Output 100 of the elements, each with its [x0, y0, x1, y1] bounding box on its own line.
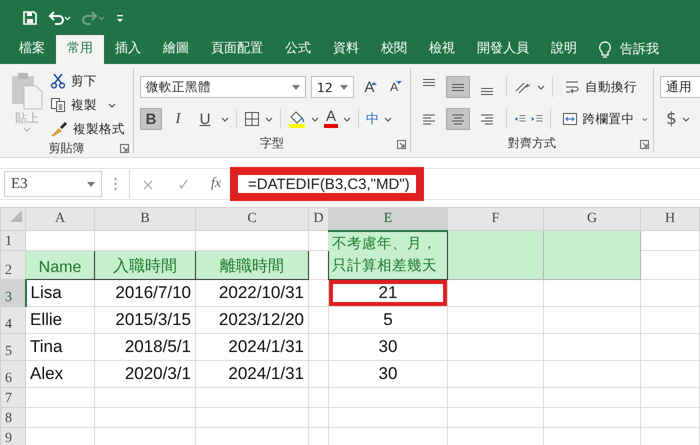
row-header[interactable]: 2 [0, 250, 26, 280]
ribbon-tab[interactable]: 檔案 [8, 35, 56, 64]
number-format-box[interactable]: 通用 [660, 76, 700, 98]
font-name-box[interactable]: 微軟正黑體 [140, 76, 306, 98]
table-header-cell: 不考慮年、月，只計算相差幾天 [328, 230, 448, 280]
row-header[interactable]: 9 [0, 428, 26, 445]
italic-button[interactable]: I [167, 108, 189, 130]
merge-center-button[interactable]: 跨欄置中 [560, 108, 637, 130]
caret-icon[interactable] [265, 116, 273, 122]
table-cell: 2024/1/31 [196, 334, 308, 360]
bold-button[interactable]: B [140, 108, 162, 130]
group-label: 字型 [260, 134, 284, 152]
table-cell: 2016/7/10 [94, 280, 196, 306]
table-cell: 21 [328, 280, 448, 306]
table-cell: 2020/3/1 [94, 360, 196, 388]
ribbon-tab[interactable]: 資料 [322, 35, 370, 64]
tell-me-search[interactable]: 告訴我 [620, 36, 659, 64]
table-header-cell: Name [26, 250, 94, 280]
column-header[interactable]: C [196, 208, 308, 230]
table-cell: Ellie [26, 306, 94, 334]
caret-icon[interactable] [537, 84, 545, 90]
name-box[interactable]: E3 [4, 171, 102, 197]
caret-icon[interactable] [343, 116, 352, 122]
save-icon[interactable] [22, 10, 38, 26]
brush-button[interactable]: 複製格式 [48, 118, 127, 140]
underline-button[interactable]: U [194, 108, 216, 130]
dialog-launcher-icon[interactable] [640, 140, 649, 149]
table-cell: Tina [26, 334, 94, 360]
scissors-icon [50, 73, 66, 89]
borders-icon[interactable] [244, 111, 260, 127]
caret-icon[interactable] [384, 116, 392, 122]
ribbon-tab[interactable]: 開發人員 [466, 35, 540, 64]
wrap-text-icon [564, 79, 580, 95]
row-header[interactable]: 6 [0, 360, 26, 388]
currency-button[interactable]: $ [666, 109, 677, 129]
dropdown-arrow-icon [340, 84, 348, 90]
font-size-box[interactable]: 12 [310, 76, 354, 98]
table-cell: 2018/5/1 [94, 334, 196, 360]
caret-icon[interactable] [642, 116, 647, 122]
ribbon-tab[interactable]: 檢視 [418, 35, 466, 64]
column-header[interactable]: A [26, 208, 94, 230]
undo-icon[interactable] [48, 10, 72, 26]
column-header[interactable]: F [448, 208, 544, 230]
lines-icon [481, 88, 493, 95]
cut-button[interactable]: 剪下 [48, 70, 127, 92]
column-header[interactable]: H [640, 208, 700, 230]
merge-icon [562, 111, 578, 127]
dropdown-arrow-icon [87, 182, 95, 186]
wrap-text-button[interactable]: 自動換行 [562, 76, 639, 98]
triangle-icon [9, 209, 23, 223]
column-header[interactable]: G [544, 208, 640, 230]
row-header[interactable]: 7 [0, 388, 26, 408]
align-center-button[interactable] [446, 108, 470, 130]
fill-color-icon[interactable] [288, 110, 306, 128]
brush-icon [50, 121, 68, 137]
row-header[interactable]: 1 [0, 230, 26, 250]
insert-function-button[interactable]: fx [202, 176, 230, 192]
column-header[interactable]: B [94, 208, 196, 230]
table-cell: Lisa [26, 280, 94, 306]
increase-font-size-button[interactable]: A [359, 76, 380, 98]
decrease-font-size-button[interactable]: A [384, 76, 404, 98]
align-middle-button[interactable] [446, 76, 470, 98]
ribbon-tab[interactable]: 說明 [540, 35, 588, 64]
dialog-launcher-icon[interactable] [120, 144, 129, 153]
table-cell: 2022/10/31 [196, 280, 308, 306]
row-header[interactable]: 5 [0, 334, 26, 360]
copy-icon [50, 97, 66, 113]
caret-icon [108, 102, 116, 108]
table-cell: 2015/3/15 [94, 306, 196, 334]
dropdown-arrow-icon [292, 84, 300, 90]
table-header-cell: 離職時間 [196, 250, 308, 280]
group-label: 剪貼簿 [48, 140, 84, 157]
formula-input[interactable]: =DATEDIF(B3,C3,"MD") [230, 167, 424, 201]
ribbon-tab[interactable]: 公式 [274, 35, 322, 64]
phonetic-guide-button[interactable]: 中 [366, 110, 380, 128]
table-cell: 30 [328, 360, 448, 388]
caret-icon[interactable] [311, 116, 319, 122]
caret-icon [23, 127, 31, 132]
dialog-launcher-icon[interactable] [397, 140, 406, 149]
lightbulb-icon[interactable] [598, 41, 612, 59]
table-cell: Alex [26, 360, 94, 388]
ribbon-tab[interactable]: 插入 [104, 35, 152, 64]
caret-icon[interactable] [682, 116, 690, 122]
font-color-button[interactable]: A [324, 110, 338, 128]
ribbon-tab[interactable]: 繪圖 [152, 35, 200, 64]
ribbon-tab[interactable]: 校閱 [370, 35, 418, 64]
table-cell: 2023/12/20 [196, 306, 308, 334]
ribbon-tab[interactable]: 常用 [56, 35, 104, 64]
table-cell: 30 [328, 334, 448, 360]
row-header[interactable]: 8 [0, 408, 26, 428]
drag-handle-icon[interactable] [114, 177, 117, 191]
table-cell: 2024/1/31 [196, 360, 308, 388]
lines-icon [423, 79, 435, 86]
row-header[interactable]: 4 [0, 306, 26, 334]
copy-button[interactable]: 複製 [48, 94, 127, 116]
row-header[interactable]: 3 [0, 280, 26, 306]
column-header[interactable]: E [328, 208, 448, 230]
column-header[interactable]: D [308, 208, 328, 230]
ribbon-tab[interactable]: 頁面配置 [200, 35, 274, 64]
caret-icon[interactable] [221, 116, 229, 122]
